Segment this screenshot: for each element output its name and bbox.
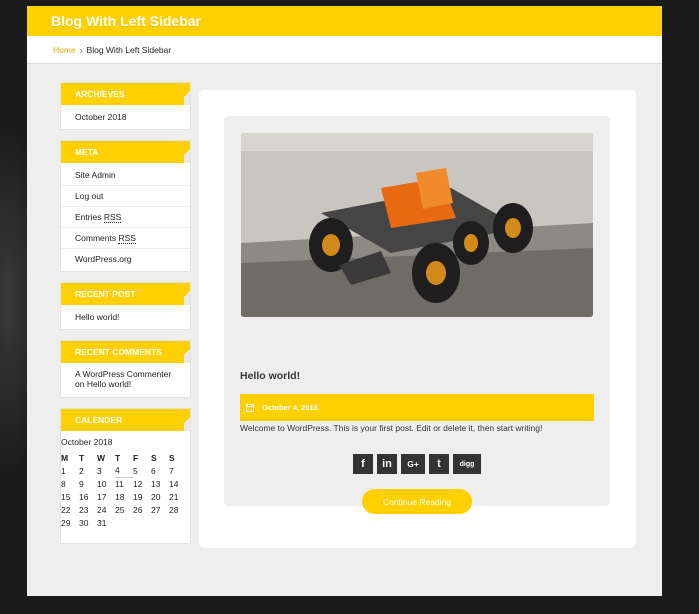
post-date[interactable]: October 4, 2018 [262,403,318,412]
calendar-weekday: S [169,452,175,463]
meta-list: Site Admin Log out Entries RSS Comments … [61,163,190,271]
recent-comments-widget-title: RECENT COMMENTS [61,341,190,363]
calendar-day: 19 [133,491,143,502]
archives-list: October 2018 [61,105,190,129]
post-featured-image[interactable] [241,133,593,317]
post-excerpt: Welcome to WordPress. This is your first… [240,423,543,433]
calendar-widget: CALENDER October 2018 M T W T F S S 1 2 … [60,408,191,544]
calendar-day: 29 [61,517,71,528]
calendar-day: 31 [97,517,107,528]
calendar-weekday: F [133,452,139,463]
calendar-day [133,516,151,529]
calendar-day: 18 [115,491,125,502]
calendar-day [169,516,187,529]
calendar-day: 27 [151,504,161,515]
calendar-day [115,516,133,529]
calendar-day: 6 [151,465,156,476]
meta-comments-rss-link[interactable]: Comments RSS [61,228,190,249]
calendar-day: 26 [133,504,143,515]
calendar-day: 22 [61,504,71,515]
post-card: Hello world! October 4, 2018 Welcome to … [224,116,610,514]
recent-post-list: Hello world! [61,305,190,329]
rss-abbr: RSS [118,233,136,244]
meta-widget-title: META [61,141,190,163]
page-container: Blog With Left Sidebar Home › Blog With … [27,6,662,596]
meta-wordpress-org-link[interactable]: WordPress.org [61,249,190,269]
calendar-day: 8 [61,478,66,489]
calendar-day: 21 [169,491,179,502]
calendar-icon [246,403,254,412]
calendar-weekday: W [97,452,106,463]
calendar-weekday: S [151,452,157,463]
calendar-day: 20 [151,491,161,502]
post-title[interactable]: Hello world! [240,370,300,382]
meta-item-label: Site Admin [75,170,116,180]
calendar-day: 3 [97,465,102,476]
meta-entries-rss-link[interactable]: Entries RSS [61,207,190,228]
twitter-icon[interactable]: t [429,454,449,474]
post-date-bar: October 4, 2018 [240,394,594,421]
archive-item-link[interactable]: October 2018 [61,107,190,127]
archives-widget-title: ARCHIEVES [61,83,190,105]
calendar-day: 17 [97,491,107,502]
calendar-day: 23 [79,504,89,515]
meta-widget: META Site Admin Log out Entries RSS Comm… [60,140,191,272]
digg-icon[interactable]: digg [453,454,481,474]
calendar-weekday: T [115,452,121,463]
continue-reading-button[interactable]: Continue Reading [362,489,472,514]
archives-widget: ARCHIEVES October 2018 [60,82,191,130]
meta-log-out-link[interactable]: Log out [61,186,190,207]
calendar-day: 11 [115,478,124,489]
calendar-day: 30 [79,517,89,528]
breadcrumb-separator: › [79,44,83,55]
calendar-weekday: T [79,452,85,463]
calendar: October 2018 M T W T F S S 1 2 3 4 5 6 7… [61,431,190,543]
calendar-day: 7 [169,465,174,476]
meta-item-label: WordPress.org [75,254,132,264]
breadcrumb-current: Blog With Left Sidebar [86,44,172,55]
facebook-icon[interactable]: f [353,454,373,474]
calendar-day: 28 [169,504,179,515]
go-kart-image [241,133,593,317]
calendar-day: 5 [133,465,138,476]
site-title[interactable]: Blog With Left Sidebar [51,13,201,29]
calendar-day: 16 [79,491,89,502]
calendar-day: 13 [151,478,161,489]
calendar-day: 12 [133,478,143,489]
calendar-day [151,516,169,529]
recent-post-link[interactable]: Hello world! [61,307,190,327]
social-share-row: f in G+ t digg [224,454,610,474]
calendar-day: 1 [61,465,66,476]
left-sidebar: ARCHIEVES October 2018 META Site Admin L… [60,82,191,554]
calendar-day: 10 [97,478,107,489]
google-plus-icon[interactable]: G+ [401,454,425,474]
calendar-weekday: M [61,452,69,463]
recent-post-widget-title: RECENT POST [61,283,190,305]
calendar-caption: October 2018 [61,437,113,447]
calendar-day-link[interactable]: 4 [115,464,133,478]
meta-site-admin-link[interactable]: Site Admin [61,165,190,186]
recent-comments-widget: RECENT COMMENTS A WordPress Commenter on… [60,340,191,398]
calendar-day: 2 [79,465,84,476]
main-content: Hello world! October 4, 2018 Welcome to … [199,90,636,548]
breadcrumb-home-link[interactable]: Home [53,45,76,55]
meta-item-label: Comments [75,233,119,243]
calendar-widget-title: CALENDER [61,409,190,431]
linkedin-icon[interactable]: in [377,454,397,474]
calendar-day: 9 [79,478,84,489]
meta-item-label: Entries [75,212,104,222]
site-header: Blog With Left Sidebar [27,6,662,36]
calendar-day: 24 [97,504,107,515]
meta-item-label: Log out [75,191,104,201]
calendar-day: 25 [115,504,125,515]
recent-comment-text[interactable]: A WordPress Commenter on Hello world! [61,363,190,397]
rss-abbr: RSS [103,212,122,223]
calendar-day: 14 [169,478,179,489]
calendar-table: M T W T F S S 1 2 3 4 5 6 7 8 9 10 11 12… [61,451,187,529]
recent-post-widget: RECENT POST Hello world! [60,282,191,330]
breadcrumb: Home › Blog With Left Sidebar [27,36,662,64]
calendar-day: 15 [61,491,71,502]
